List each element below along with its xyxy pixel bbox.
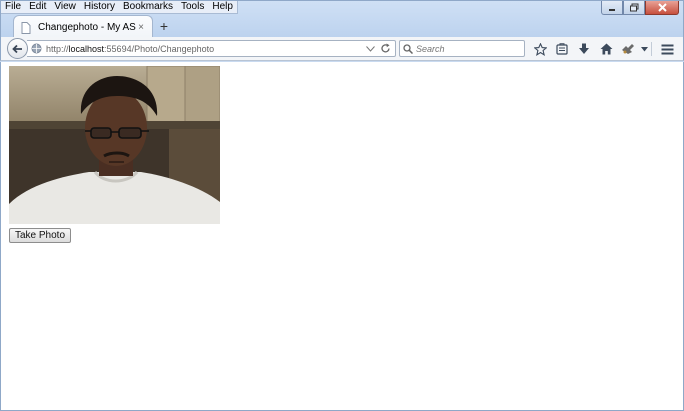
toolbar-separator [651,42,652,56]
new-tab-button[interactable]: + [157,19,171,33]
webcam-preview [9,66,220,224]
menu-help[interactable]: Help [208,1,237,13]
menu-file[interactable]: File [1,1,25,13]
menu-history[interactable]: History [80,1,119,13]
tab-changephoto[interactable]: Changephoto - My ASP.NE... × [13,15,153,39]
minimize-button[interactable] [601,1,623,15]
extension-icon[interactable] [617,40,639,58]
search-input[interactable] [416,43,516,54]
url-scheme: http:// [46,43,69,54]
back-arrow-icon [12,44,22,53]
url-host: localhost [68,43,105,54]
window-titlebar: File Edit View History Bookmarks Tools H… [0,0,684,39]
globe-icon [31,43,42,54]
webcam-image [9,66,220,224]
menu-view[interactable]: View [50,1,80,13]
url-text: http://localhost:55694/Photo/Changephoto [46,44,361,54]
reload-icon[interactable] [379,43,391,55]
extension-dropdown-icon[interactable] [639,40,649,58]
downloads-icon[interactable] [573,40,595,58]
restore-icon [629,3,638,12]
search-icon [403,43,413,54]
url-path: :55694/Photo/Changephoto [104,43,215,54]
menu-bar: File Edit View History Bookmarks Tools H… [1,1,238,14]
menu-tools[interactable]: Tools [177,1,208,13]
window-controls [601,1,679,15]
page-content: Take Photo [0,62,684,411]
search-bar[interactable] [399,40,525,57]
bookmarks-menu-icon[interactable] [551,40,573,58]
home-icon[interactable] [595,40,617,58]
close-window-button[interactable] [645,1,679,15]
page-icon [20,21,32,34]
url-bar[interactable]: http://localhost:55694/Photo/Changephoto [27,40,396,57]
menu-edit[interactable]: Edit [25,1,50,13]
back-button[interactable] [7,38,28,59]
menu-bookmarks[interactable]: Bookmarks [119,1,177,13]
dropdown-arrow-icon[interactable] [364,43,376,55]
tab-title: Changephoto - My ASP.NE... [38,22,136,33]
restore-button[interactable] [623,1,645,15]
take-photo-button[interactable]: Take Photo [9,228,71,243]
hamburger-menu-icon[interactable] [656,40,678,58]
bookmark-star-icon[interactable] [529,40,551,58]
close-icon [657,3,667,12]
minimize-icon [609,8,615,11]
tab-close-icon[interactable]: × [136,22,146,33]
navigation-toolbar: http://localhost:55694/Photo/Changephoto [0,37,684,61]
